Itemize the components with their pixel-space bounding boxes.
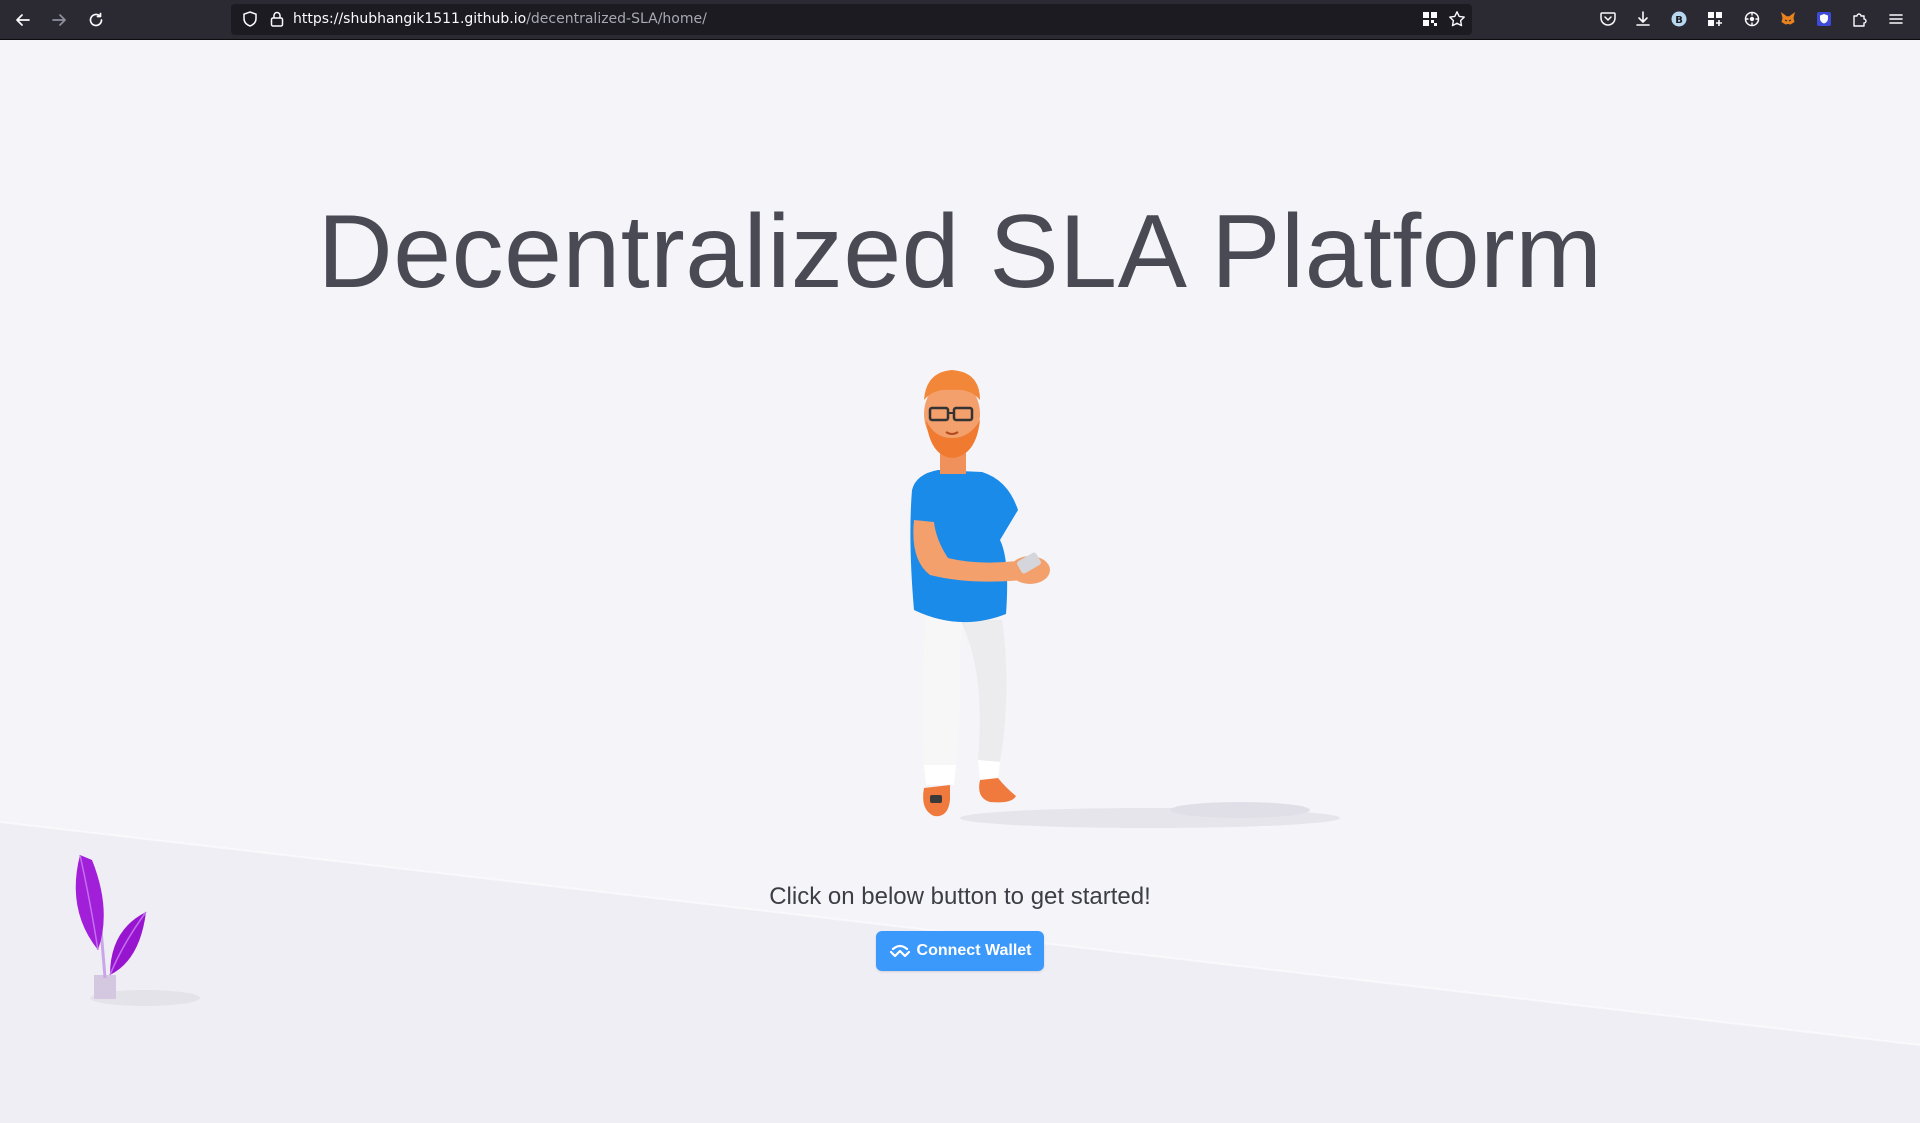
app-menu-button[interactable] bbox=[1886, 9, 1906, 29]
metamask-fox-icon bbox=[1781, 12, 1795, 25]
qr-code-icon[interactable] bbox=[1421, 10, 1439, 28]
star-icon[interactable] bbox=[1448, 10, 1466, 28]
metamask-button[interactable] bbox=[1778, 9, 1798, 29]
reload-button[interactable] bbox=[83, 7, 109, 33]
page-content: Decentralized SLA Platform Click on belo… bbox=[0, 40, 1920, 1123]
url-text[interactable]: https://shubhangik1511.github.io/decentr… bbox=[293, 11, 707, 27]
arrow-left-icon bbox=[16, 14, 30, 26]
b-extension-icon: B bbox=[1671, 11, 1687, 27]
connect-wallet-label: Connect Wallet bbox=[916, 942, 1032, 959]
grid-extension-icon bbox=[1708, 12, 1722, 26]
b-extension-button[interactable]: B bbox=[1669, 9, 1689, 29]
downloads-button[interactable] bbox=[1633, 9, 1653, 29]
url-host: https://shubhangik1511.github.io bbox=[293, 11, 527, 27]
walletconnect-icon bbox=[889, 944, 910, 958]
browser-toolbar: https://shubhangik1511.github.io/decentr… bbox=[0, 0, 1920, 40]
reload-icon bbox=[89, 12, 103, 27]
grid-extension-button[interactable] bbox=[1705, 9, 1725, 29]
address-bar[interactable]: https://shubhangik1511.github.io/decentr… bbox=[231, 4, 1472, 35]
connect-wallet-button[interactable]: Connect Wallet bbox=[876, 931, 1044, 971]
pocket-button[interactable] bbox=[1598, 9, 1618, 29]
shield-icon[interactable] bbox=[241, 10, 259, 28]
extensions-button[interactable] bbox=[1850, 9, 1870, 29]
forward-button[interactable] bbox=[46, 7, 72, 33]
pocket-icon bbox=[1600, 12, 1616, 26]
url-path: /decentralized-SLA/home/ bbox=[526, 11, 707, 27]
page-title: Decentralized SLA Platform bbox=[317, 194, 1603, 310]
arrow-right-icon bbox=[52, 14, 66, 26]
shield-extension-icon bbox=[1817, 12, 1831, 26]
lock-icon[interactable] bbox=[268, 10, 286, 28]
download-icon bbox=[1636, 11, 1650, 26]
svg-text:B: B bbox=[1675, 15, 1683, 26]
shield-extension-button[interactable] bbox=[1814, 9, 1834, 29]
puzzle-gear-button[interactable] bbox=[1742, 9, 1762, 29]
getting-started-text: Click on below button to get started! bbox=[769, 883, 1151, 910]
puzzle-icon bbox=[1853, 13, 1867, 27]
puzzle-gear-icon bbox=[1744, 11, 1760, 27]
back-button[interactable] bbox=[10, 7, 36, 33]
hamburger-menu-icon bbox=[1889, 14, 1903, 24]
man-holding-phone-illustration bbox=[910, 370, 1340, 828]
